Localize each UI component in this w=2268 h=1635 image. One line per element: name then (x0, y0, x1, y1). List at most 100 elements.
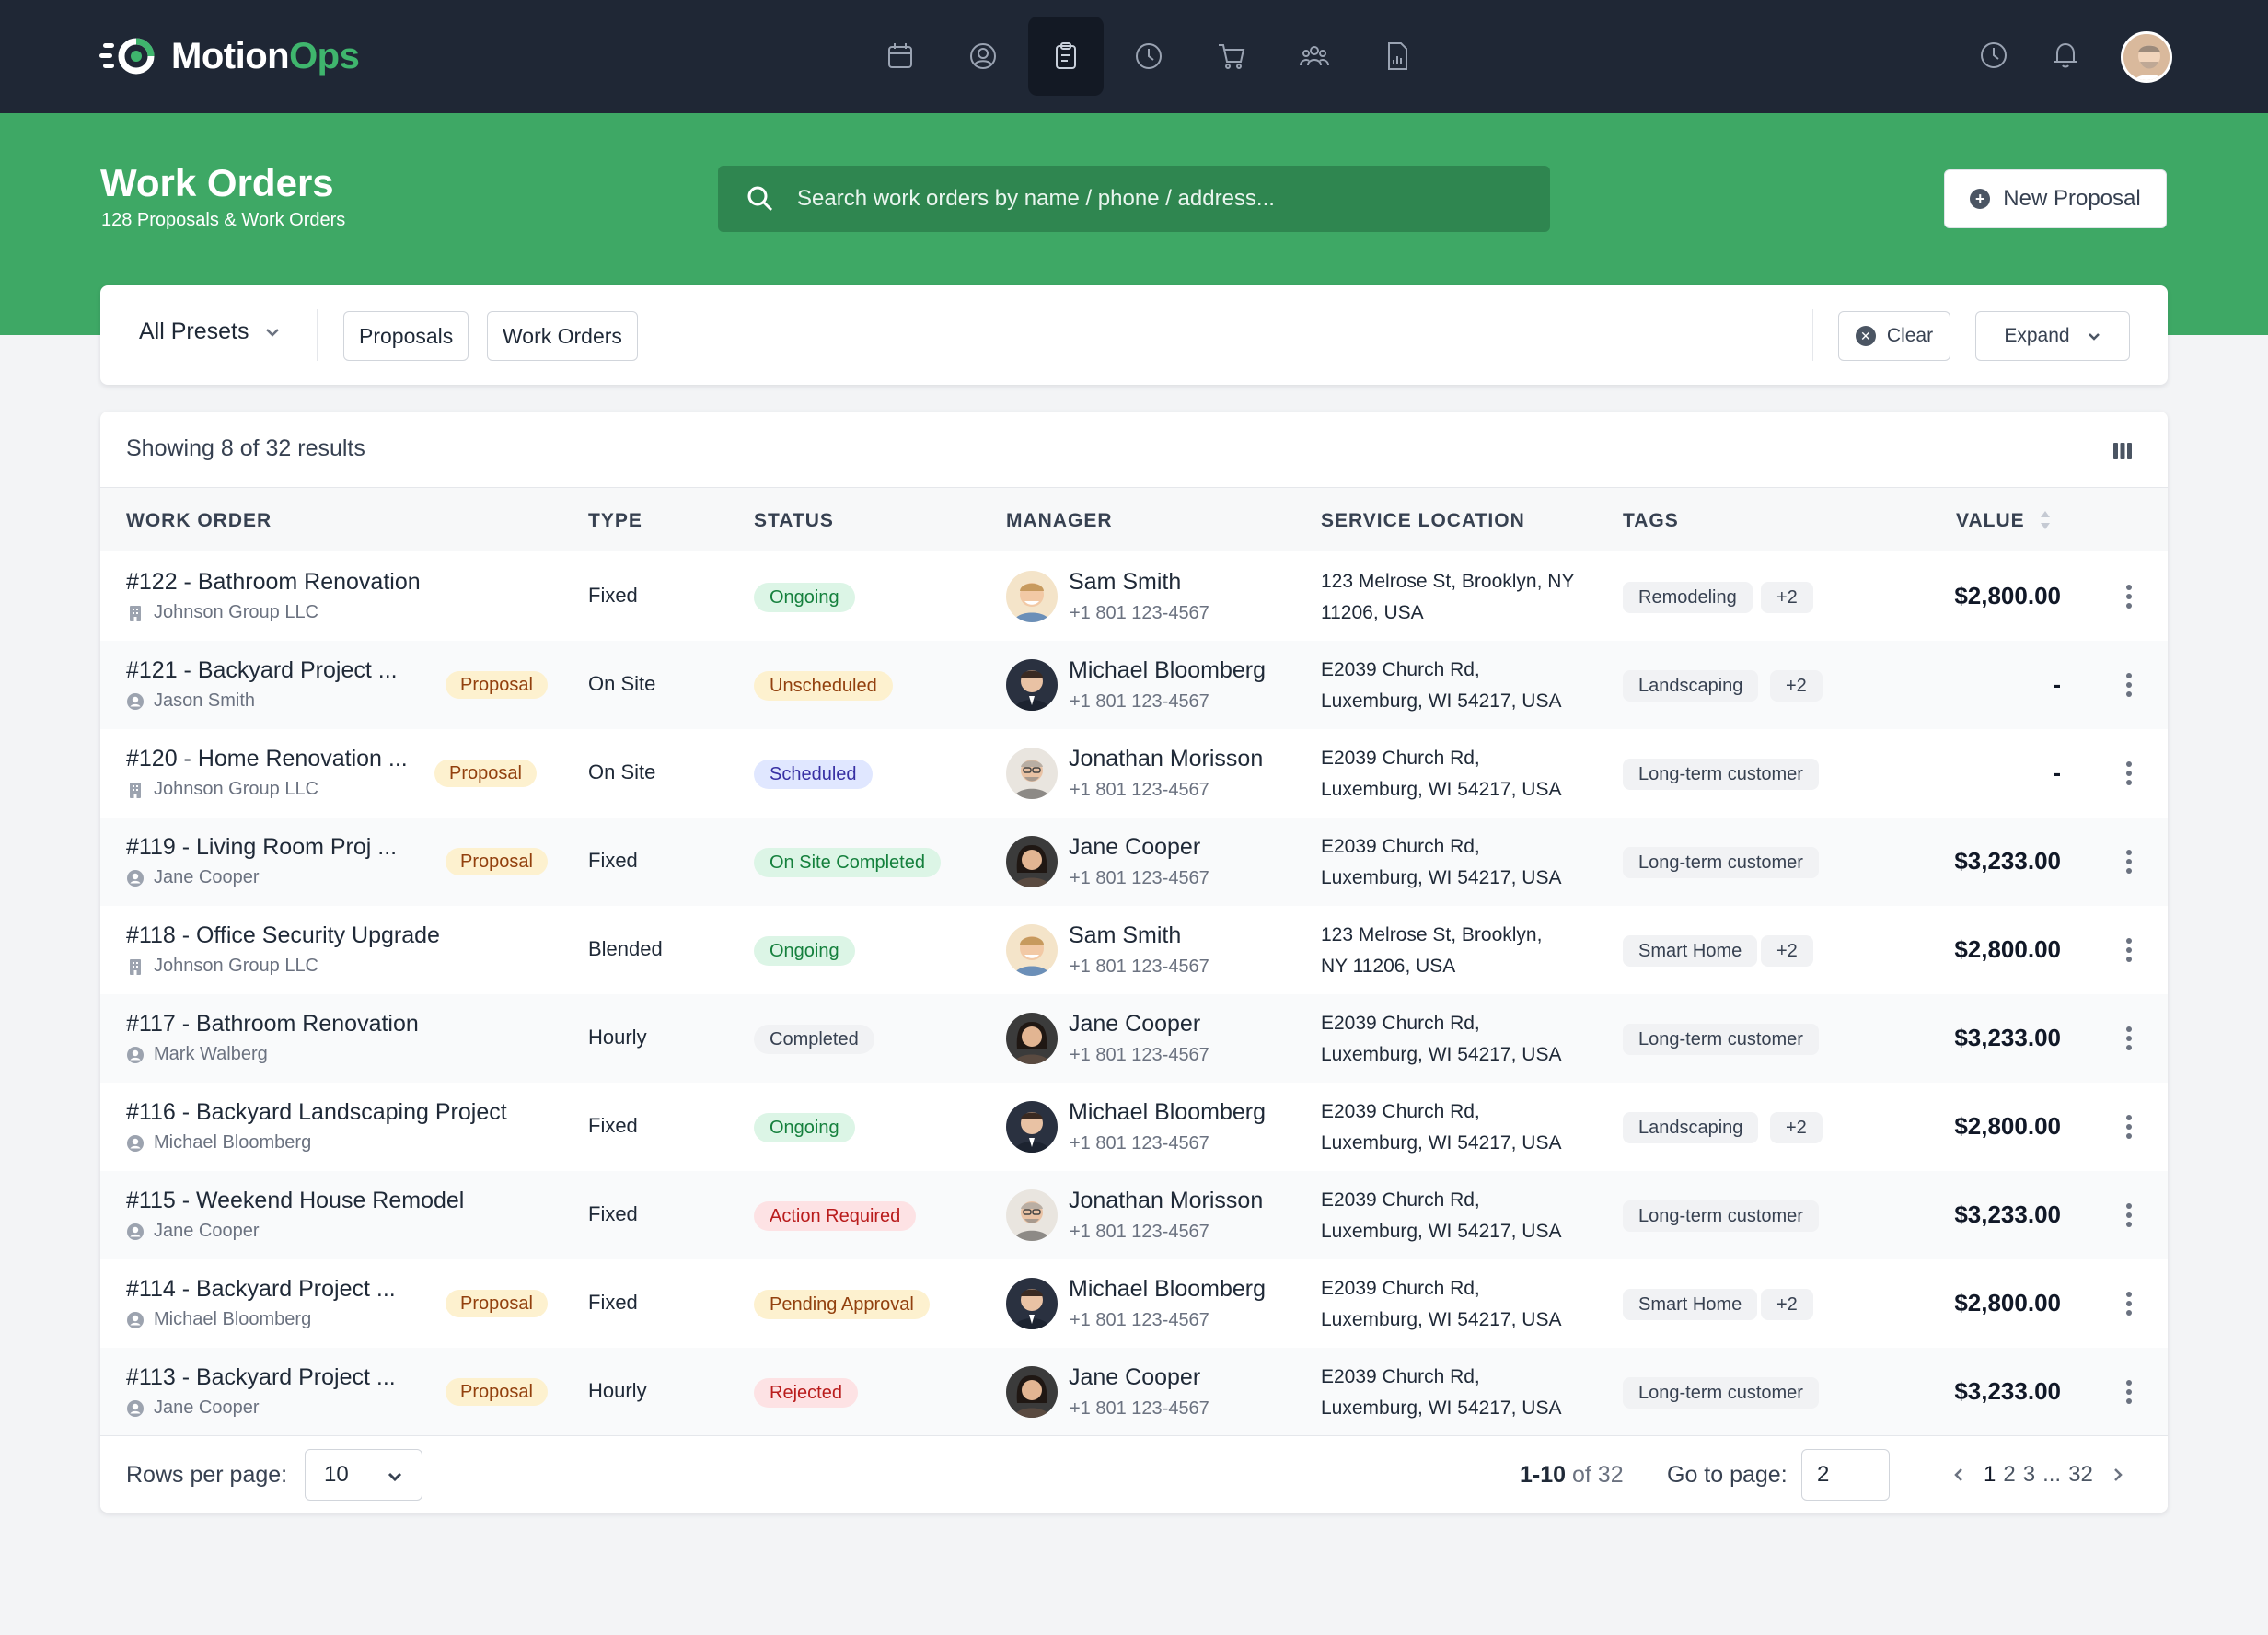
work-order-title[interactable]: #121 - Backyard Project ... (126, 657, 398, 684)
more-vertical-icon[interactable] (2125, 935, 2133, 965)
nav-customers[interactable] (945, 17, 1021, 96)
tag-more-chip[interactable]: +2 (1761, 935, 1813, 967)
service-location: E2039 Church Rd, Luxemburg, WI 54217, USA (1321, 831, 1597, 894)
go-to-page-input[interactable] (1801, 1449, 1890, 1501)
column-value[interactable]: VALUE (1956, 510, 2025, 532)
more-vertical-icon[interactable] (2125, 582, 2133, 611)
tag-chip: Landscaping (1623, 1112, 1759, 1143)
work-order-title[interactable]: #116 - Backyard Landscaping Project (126, 1099, 507, 1126)
column-manager[interactable]: MANAGER (1006, 510, 1113, 532)
page-link[interactable]: 1 (1984, 1462, 1996, 1488)
work-order-title[interactable]: #118 - Office Security Upgrade (126, 922, 440, 949)
clear-filters-button[interactable]: ✕ Clear (1838, 311, 1950, 361)
table-row[interactable]: #118 - Office Security Upgrade Johnson Gr… (100, 906, 2168, 994)
user-avatar-image (2123, 34, 2170, 80)
service-location: E2039 Church Rd, Luxemburg, WI 54217, USA (1321, 1096, 1597, 1159)
client-name: Jason Smith (154, 690, 256, 711)
manager-avatar-image (1006, 1101, 1058, 1153)
manager-avatar (1006, 836, 1058, 887)
rows-per-page-value: 10 (324, 1462, 349, 1487)
column-service-location[interactable]: SERVICE LOCATION (1321, 510, 1525, 532)
history-button[interactable] (1977, 39, 2010, 76)
table-row[interactable]: #119 - Living Room Proj ... Jane Cooper Pr… (100, 818, 2168, 906)
column-tags[interactable]: TAGS (1623, 510, 1679, 532)
building-icon (130, 958, 141, 975)
more-vertical-icon[interactable] (2125, 1112, 2133, 1142)
work-order-title[interactable]: #119 - Living Room Proj ... (126, 834, 397, 861)
more-vertical-icon[interactable] (2125, 1377, 2133, 1407)
more-vertical-icon[interactable] (2125, 670, 2133, 700)
column-status[interactable]: STATUS (754, 510, 834, 532)
columns-icon[interactable] (2111, 439, 2135, 463)
new-proposal-button[interactable]: + New Proposal (1944, 169, 2167, 228)
chevron-right-icon (2113, 1468, 2123, 1481)
table-row[interactable]: #116 - Backyard Landscaping Project Micha… (100, 1083, 2168, 1171)
table-row[interactable]: #121 - Backyard Project ... Jason Smith Pr… (100, 641, 2168, 729)
nav-team[interactable] (1277, 17, 1352, 96)
more-vertical-icon[interactable] (2125, 1289, 2133, 1318)
presets-dropdown[interactable]: All Presets (139, 319, 282, 345)
tag-more-chip[interactable]: +2 (1761, 1289, 1813, 1320)
table-row[interactable]: #115 - Weekend House Remodel Jane Cooper F… (100, 1171, 2168, 1259)
column-work-order[interactable]: WORK ORDER (126, 510, 272, 532)
location-line-1: E2039 Church Rd, (1321, 1013, 1480, 1034)
work-order-title[interactable]: #113 - Backyard Project ... (126, 1364, 396, 1391)
client-name: Johnson Group LLC (154, 602, 319, 622)
close-circle-icon: ✕ (1855, 326, 1876, 346)
table-row[interactable]: #117 - Bathroom Renovation Mark Walberg Ho… (100, 994, 2168, 1083)
more-vertical-icon[interactable] (2125, 1200, 2133, 1230)
filter-work-orders[interactable]: Work Orders (487, 311, 638, 361)
column-type[interactable]: TYPE (588, 510, 642, 532)
service-location: E2039 Church Rd, Luxemburg, WI 54217, USA (1321, 1362, 1597, 1424)
table-row[interactable]: #122 - Bathroom Renovation Johnson Group … (100, 552, 2168, 641)
nav-reports[interactable] (1360, 17, 1435, 96)
search-input[interactable] (797, 166, 1550, 232)
app-logo[interactable]: MotionOps (99, 31, 360, 81)
tag-chip: Smart Home (1623, 1289, 1758, 1320)
more-vertical-icon[interactable] (2125, 759, 2133, 788)
sort-icon[interactable] (2039, 508, 2052, 532)
more-vertical-icon[interactable] (2125, 1024, 2133, 1053)
work-order-title[interactable]: #114 - Backyard Project ... (126, 1276, 396, 1303)
tag-more-chip[interactable]: +2 (1770, 670, 1822, 702)
work-order-value: $3,233.00 (1954, 1377, 2061, 1405)
logo-text-primary: Motion (171, 35, 290, 76)
table-row[interactable]: #113 - Backyard Project ... Jane Cooper Pr… (100, 1348, 2168, 1436)
tag-more-chip[interactable]: +2 (1770, 1112, 1822, 1143)
work-order-client: Michael Bloomberg (126, 1132, 311, 1154)
nav-calendar[interactable] (862, 17, 938, 96)
user-avatar[interactable] (2121, 31, 2172, 83)
work-order-title[interactable]: #117 - Bathroom Renovation (126, 1011, 419, 1038)
expand-button[interactable]: Expand (1975, 311, 2130, 361)
prev-page-button[interactable] (1941, 1467, 1976, 1483)
nav-shop[interactable] (1194, 17, 1269, 96)
filter-proposals[interactable]: Proposals (343, 311, 469, 361)
status-badge: Ongoing (754, 936, 855, 966)
search-bar (718, 166, 1550, 232)
manager-avatar-image (1006, 659, 1058, 711)
manager-avatar (1006, 571, 1058, 622)
page-link[interactable]: 2 (2003, 1462, 2015, 1488)
notifications-button[interactable] (2049, 39, 2082, 76)
nav-work-orders[interactable] (1028, 17, 1104, 96)
person-icon (127, 1311, 144, 1328)
divider (317, 309, 318, 361)
manager-phone: +1 801 123-4567 (1070, 1222, 1209, 1242)
page-link[interactable]: 3 (2023, 1462, 2035, 1488)
page-link[interactable]: 32 (2068, 1462, 2093, 1488)
nav-timesheets[interactable] (1111, 17, 1186, 96)
work-order-title[interactable]: #115 - Weekend House Remodel (126, 1188, 464, 1214)
rows-per-page-select[interactable]: 10 (305, 1449, 422, 1501)
table-row[interactable]: #120 - Home Renovation ... Johnson Group … (100, 729, 2168, 818)
work-order-client: Mark Walberg (126, 1044, 268, 1065)
next-page-button[interactable] (2100, 1467, 2135, 1483)
table-row[interactable]: #114 - Backyard Project ... Michael Bloom… (100, 1259, 2168, 1348)
tag-chip: Long-term customer (1623, 847, 1819, 878)
work-order-title[interactable]: #122 - Bathroom Renovation (126, 569, 421, 596)
location-line-2: Luxemburg, WI 54217, USA (1321, 867, 1562, 888)
work-order-title[interactable]: #120 - Home Renovation ... (126, 746, 408, 772)
manager-phone: +1 801 123-4567 (1070, 1310, 1209, 1330)
chevron-down-icon (266, 328, 280, 337)
more-vertical-icon[interactable] (2125, 847, 2133, 876)
tag-more-chip[interactable]: +2 (1761, 582, 1813, 613)
